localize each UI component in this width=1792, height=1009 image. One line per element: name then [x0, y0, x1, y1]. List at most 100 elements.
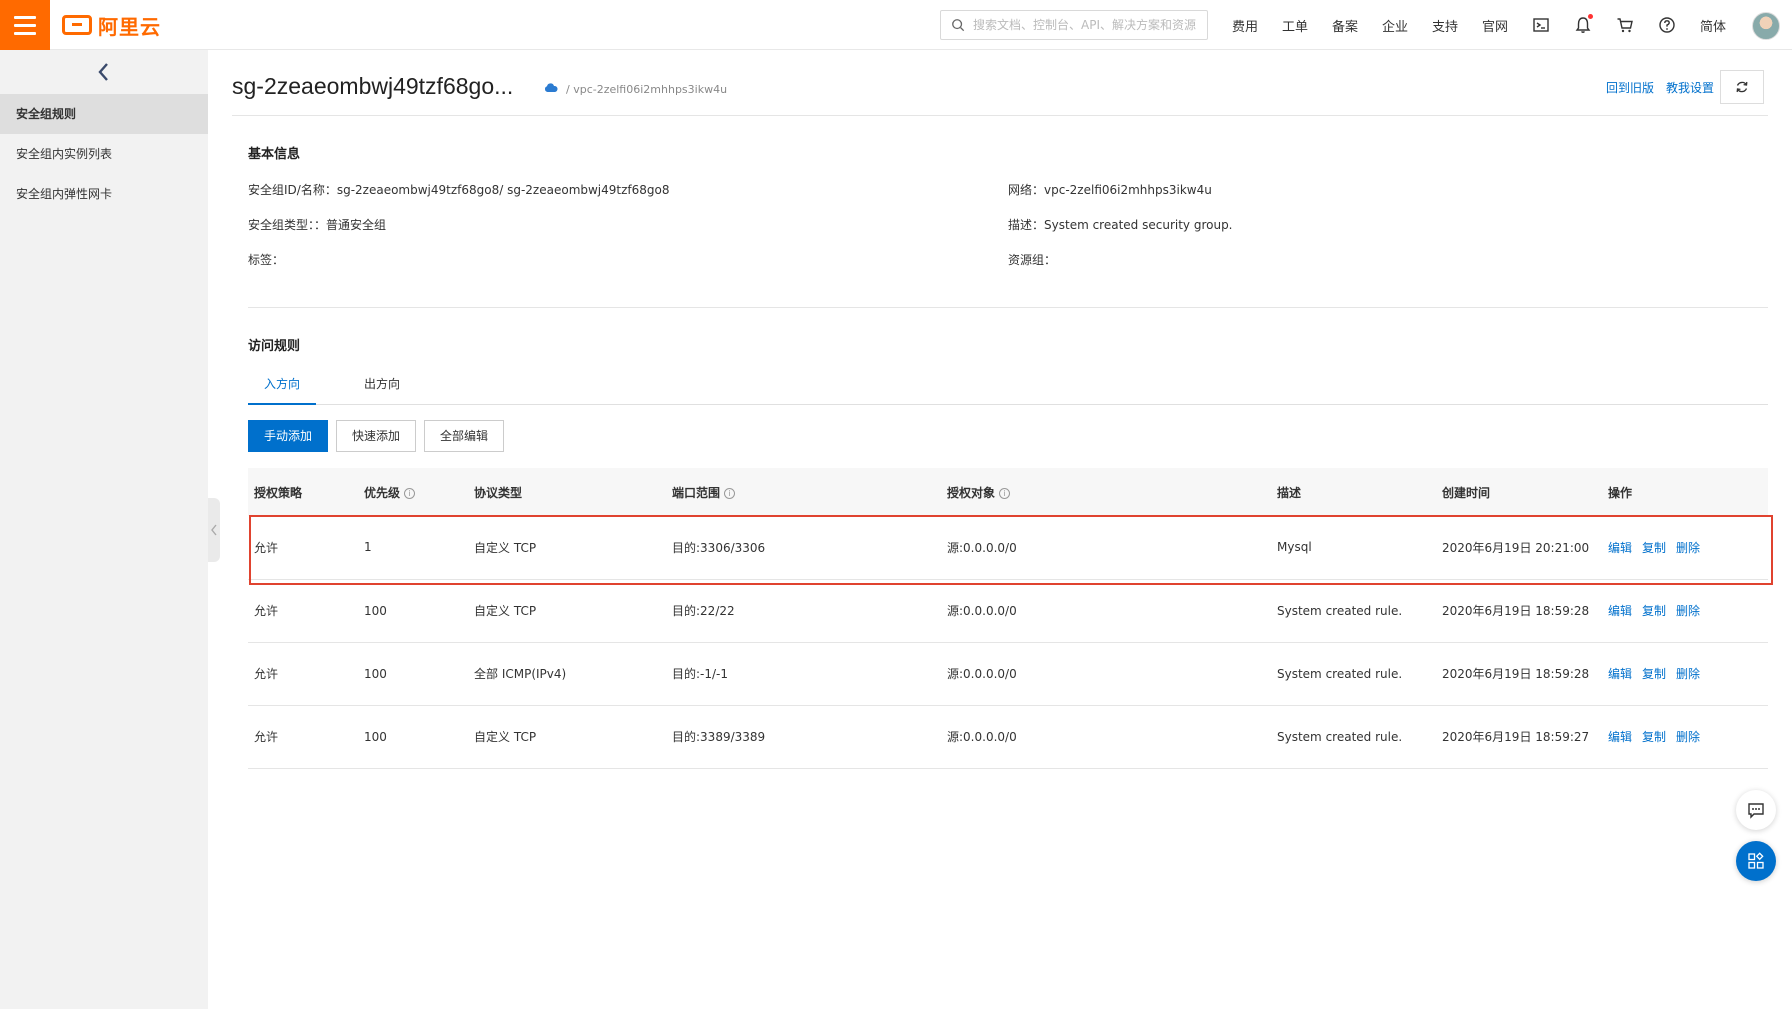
- sidebar-item-enis[interactable]: 安全组内弹性网卡: [0, 174, 208, 214]
- back-to-old-version-link[interactable]: 回到旧版: [1606, 79, 1654, 96]
- network-row: 网络：vpc-2zelfi06i2mhhps3ikw4u: [1008, 181, 1212, 198]
- top-nav: 费用 工单 备案 企业 支持 官网 简体: [1220, 0, 1738, 50]
- table-row: 允许 100 自定义 TCP 目的:22/22 源:0.0.0.0/0 System cr…: [248, 579, 1768, 643]
- copy-link[interactable]: 复制: [1642, 667, 1666, 681]
- manual-add-button[interactable]: 手动添加: [248, 420, 328, 452]
- edit-link[interactable]: 编辑: [1608, 667, 1632, 681]
- sg-type-value: ：普通安全组: [314, 218, 387, 232]
- rule-policy: 允许: [248, 705, 358, 769]
- rule-source: 源:0.0.0.0/0: [941, 642, 1271, 706]
- cart-icon[interactable]: [1604, 16, 1646, 34]
- nav-icp[interactable]: 备案: [1320, 16, 1370, 35]
- col-description: 描述: [1271, 468, 1436, 516]
- apps-grid-icon: [1748, 852, 1764, 869]
- rule-policy: 允许: [248, 642, 358, 706]
- sidebar: 安全组规则 安全组内实例列表 安全组内弹性网卡: [0, 50, 208, 1009]
- sidebar-item-instances[interactable]: 安全组内实例列表: [0, 134, 208, 174]
- rule-port-range: 目的:22/22: [666, 579, 941, 643]
- table-row: 允许 1 自定义 TCP 目的:3306/3306 源:0.0.0.0/0 Mysql 20…: [248, 516, 1768, 580]
- info-icon[interactable]: i: [724, 487, 736, 499]
- rules-table: 授权策略 优先级 i 协议类型 端口范围 i 授权对象 i 描述 创建时间 操作 允许…: [248, 468, 1768, 769]
- terminal-icon[interactable]: [1520, 16, 1562, 34]
- apps-button[interactable]: [1736, 841, 1776, 881]
- logo[interactable]: 阿里云: [62, 12, 161, 39]
- info-icon[interactable]: i: [999, 487, 1011, 499]
- nav-fees[interactable]: 费用: [1220, 16, 1270, 35]
- sg-type-row: 安全组类型：：普通安全组: [248, 216, 386, 233]
- guide-settings-link[interactable]: 教我设置: [1666, 79, 1714, 96]
- copy-link[interactable]: 复制: [1642, 541, 1666, 555]
- rule-protocol: 全部 ICMP(IPv4): [468, 642, 666, 706]
- table-header-row: 授权策略 优先级 i 协议类型 端口范围 i 授权对象 i 描述 创建时间 操作: [248, 468, 1768, 516]
- rule-source: 源:0.0.0.0/0: [941, 579, 1271, 643]
- rule-policy: 允许: [248, 516, 358, 580]
- edit-link[interactable]: 编辑: [1608, 604, 1632, 618]
- delete-link[interactable]: 删除: [1676, 604, 1700, 618]
- rule-port-range: 目的:3389/3389: [666, 705, 941, 769]
- rule-priority: 100: [358, 579, 468, 643]
- resource-group-label: 资源组：: [1008, 253, 1057, 267]
- logo-text: 阿里云: [98, 14, 161, 39]
- nav-official-site[interactable]: 官网: [1470, 16, 1520, 35]
- search-box[interactable]: [940, 10, 1208, 40]
- tab-inbound[interactable]: 入方向: [248, 365, 316, 405]
- rule-actions: 编辑 复制 删除: [1602, 705, 1768, 769]
- nav-enterprise[interactable]: 企业: [1370, 16, 1420, 35]
- back-button[interactable]: [0, 50, 208, 94]
- info-icon[interactable]: i: [404, 487, 416, 499]
- sidebar-toggle-handle[interactable]: [208, 498, 220, 562]
- refresh-icon: [1736, 81, 1748, 93]
- rule-created-time: 2020年6月19日 18:59:28: [1436, 642, 1602, 706]
- rule-priority: 100: [358, 642, 468, 706]
- col-port-range: 端口范围 i: [666, 468, 941, 516]
- sg-type-label: 安全组类型：: [248, 218, 315, 232]
- copy-link[interactable]: 复制: [1642, 604, 1666, 618]
- col-source: 授权对象 i: [941, 468, 1271, 516]
- rule-protocol: 自定义 TCP: [468, 579, 666, 643]
- rule-actions: 编辑 复制 删除: [1602, 516, 1768, 580]
- edit-link[interactable]: 编辑: [1608, 541, 1632, 555]
- bell-icon[interactable]: [1562, 14, 1604, 34]
- copy-link[interactable]: 复制: [1642, 730, 1666, 744]
- help-icon[interactable]: [1646, 16, 1688, 34]
- chat-icon: [1748, 803, 1764, 819]
- rule-source: 源:0.0.0.0/0: [941, 516, 1271, 580]
- nav-language[interactable]: 简体: [1688, 16, 1738, 35]
- delete-link[interactable]: 删除: [1676, 667, 1700, 681]
- description-label: 描述：: [1008, 218, 1045, 232]
- sidebar-item-sg-rules[interactable]: 安全组规则: [0, 94, 208, 134]
- delete-link[interactable]: 删除: [1676, 541, 1700, 555]
- rule-source: 源:0.0.0.0/0: [941, 705, 1271, 769]
- refresh-button[interactable]: [1720, 70, 1764, 104]
- rule-port-range: 目的:-1/-1: [666, 642, 941, 706]
- logo-mark-icon: [62, 15, 92, 35]
- nav-tickets[interactable]: 工单: [1270, 16, 1320, 35]
- tab-outbound[interactable]: 出方向: [348, 365, 416, 405]
- search-icon: [952, 19, 965, 32]
- quick-add-button[interactable]: 快速添加: [336, 420, 416, 452]
- menu-icon[interactable]: [0, 0, 50, 50]
- search-input[interactable]: [973, 18, 1203, 32]
- edit-all-button[interactable]: 全部编辑: [424, 420, 504, 452]
- sg-id-value: sg-2zeaeombwj49tzf68go8/ sg-2zeaeombwj49…: [336, 183, 670, 197]
- tag-label: 标签：: [248, 253, 285, 267]
- basic-info-title: 基本信息: [248, 147, 301, 162]
- rule-description: System created rule.: [1271, 642, 1436, 706]
- tag-row: 标签：: [248, 251, 284, 268]
- nav-support[interactable]: 支持: [1420, 16, 1470, 35]
- sg-id-row: 安全组ID/名称：sg-2zeaeombwj49tzf68go8/ sg-2ze…: [248, 181, 670, 198]
- access-rules-title: 访问规则: [248, 339, 301, 354]
- top-bar: 阿里云 费用 工单 备案 企业 支持 官网 简体: [0, 0, 1792, 50]
- rule-protocol: 自定义 TCP: [468, 705, 666, 769]
- table-row: 允许 100 全部 ICMP(IPv4) 目的:-1/-1 源:0.0.0.0/0 Sys…: [248, 642, 1768, 706]
- delete-link[interactable]: 删除: [1676, 730, 1700, 744]
- edit-link[interactable]: 编辑: [1608, 730, 1632, 744]
- resource-group-row: 资源组：: [1008, 251, 1056, 268]
- col-created: 创建时间: [1436, 468, 1602, 516]
- page-header: sg-2zeaeombwj49tzf68go... / vpc-2zelfi06…: [232, 70, 1768, 116]
- chevron-left-icon: [98, 63, 108, 81]
- breadcrumb[interactable]: / vpc-2zelfi06i2mhhps3ikw4u: [566, 83, 727, 96]
- cloud-icon: [544, 83, 558, 92]
- avatar[interactable]: [1752, 12, 1780, 40]
- chat-button[interactable]: [1736, 790, 1776, 830]
